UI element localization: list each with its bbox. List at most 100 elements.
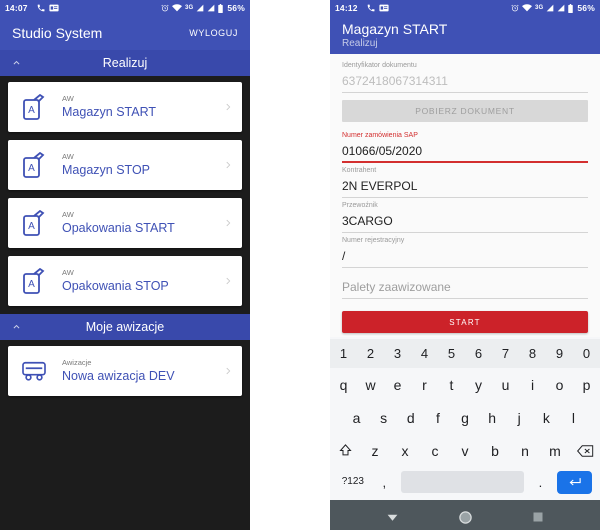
key-q[interactable]: q bbox=[330, 378, 357, 392]
key-7[interactable]: 7 bbox=[492, 347, 519, 360]
recents-square-icon[interactable] bbox=[532, 511, 544, 523]
key-y[interactable]: y bbox=[465, 378, 492, 392]
system-nav-bar bbox=[330, 500, 600, 530]
key-d[interactable]: d bbox=[397, 411, 424, 425]
logout-button[interactable]: WYLOGUJ bbox=[189, 28, 238, 38]
sim-card-icon bbox=[49, 4, 59, 12]
key-g[interactable]: g bbox=[451, 411, 478, 425]
field-przewoznik[interactable]: Przewoźnik 3CARGO bbox=[342, 200, 588, 233]
list-item[interactable]: A AW Magazyn START bbox=[8, 82, 242, 132]
key-x[interactable]: x bbox=[390, 444, 420, 458]
fetch-document-button[interactable]: POBIERZ DOKUMENT bbox=[342, 100, 588, 122]
backspace-icon[interactable] bbox=[570, 444, 600, 458]
app-bar: Studio System WYLOGUJ bbox=[0, 16, 250, 50]
key-t[interactable]: t bbox=[438, 378, 465, 392]
list-item[interactable]: A AW Magazyn STOP bbox=[8, 140, 242, 190]
key-9[interactable]: 9 bbox=[546, 347, 573, 360]
shift-icon[interactable] bbox=[330, 443, 360, 458]
status-bar-left: 14:07 bbox=[5, 3, 59, 13]
list-item[interactable]: A AW Opakowania START bbox=[8, 198, 242, 248]
key-5[interactable]: 5 bbox=[438, 347, 465, 360]
sap-order-number-input[interactable]: 01066/05/2020 bbox=[342, 142, 588, 163]
key-m[interactable]: m bbox=[540, 444, 570, 458]
key-3[interactable]: 3 bbox=[384, 347, 411, 360]
key-w[interactable]: w bbox=[357, 378, 384, 392]
home-circle-icon[interactable] bbox=[458, 510, 473, 525]
start-button[interactable]: START bbox=[342, 311, 588, 333]
battery-icon bbox=[568, 3, 574, 13]
section-header-realizuj[interactable]: Realizuj bbox=[0, 50, 250, 76]
carrier-input[interactable]: 3CARGO bbox=[342, 212, 588, 233]
document-tag-icon: A bbox=[20, 92, 48, 122]
signal-icon bbox=[196, 4, 204, 12]
key-h[interactable]: h bbox=[479, 411, 506, 425]
field-kontrahent[interactable]: Kontrahent 2N EVERPOL bbox=[342, 165, 588, 198]
key-e[interactable]: e bbox=[384, 378, 411, 392]
key-2[interactable]: 2 bbox=[357, 347, 384, 360]
list-item-text: AW Opakowania STOP bbox=[48, 268, 222, 294]
key-o[interactable]: o bbox=[546, 378, 573, 392]
field-identyfikator-dokumentu[interactable]: Identyfikator dokumentu 6372418067314311 bbox=[342, 60, 588, 93]
alarm-icon bbox=[511, 4, 519, 12]
list-item[interactable]: A AW Opakowania STOP bbox=[8, 256, 242, 306]
on-screen-keyboard: 1 2 3 4 5 6 7 8 9 0 q w e r t y u i o p … bbox=[330, 337, 600, 500]
document-id-input[interactable]: 6372418067314311 bbox=[342, 72, 588, 93]
key-6[interactable]: 6 bbox=[465, 347, 492, 360]
back-chevron-icon[interactable] bbox=[386, 511, 399, 524]
key-1[interactable]: 1 bbox=[330, 347, 357, 360]
key-4[interactable]: 4 bbox=[411, 347, 438, 360]
keyboard-row-2: a s d f g h j k l bbox=[330, 401, 600, 434]
field-numer-zamowienia-sap[interactable]: Numer zamówienia SAP 01066/05/2020 bbox=[342, 130, 588, 163]
pallets-input[interactable]: Palety zaawizowane bbox=[342, 278, 588, 299]
key-k[interactable]: k bbox=[533, 411, 560, 425]
network-type-label: 3G bbox=[184, 5, 194, 11]
symbols-key[interactable]: ?123 bbox=[334, 467, 372, 497]
contractor-input[interactable]: 2N EVERPOL bbox=[342, 177, 588, 198]
truck-icon bbox=[20, 356, 48, 386]
status-bar: 14:07 3G 56% bbox=[0, 0, 250, 16]
key-z[interactable]: z bbox=[360, 444, 390, 458]
section-header-moje-awizacje[interactable]: Moje awizacje bbox=[0, 314, 250, 340]
keyboard-row-1: q w e r t y u i o p bbox=[330, 368, 600, 401]
chevron-up-icon bbox=[12, 323, 21, 332]
key-8[interactable]: 8 bbox=[519, 347, 546, 360]
key-b[interactable]: b bbox=[480, 444, 510, 458]
app-title: Studio System bbox=[12, 25, 103, 41]
chevron-right-icon bbox=[222, 364, 234, 378]
enter-icon[interactable] bbox=[557, 470, 592, 494]
key-v[interactable]: v bbox=[450, 444, 480, 458]
key-u[interactable]: u bbox=[492, 378, 519, 392]
key-r[interactable]: r bbox=[411, 378, 438, 392]
space-key[interactable] bbox=[400, 471, 524, 493]
list-item-text: AW Magazyn START bbox=[48, 94, 222, 120]
key-i[interactable]: i bbox=[519, 378, 546, 392]
comma-key[interactable]: , bbox=[372, 467, 397, 497]
list-item-subtitle: AW bbox=[62, 152, 74, 161]
svg-text:A: A bbox=[28, 105, 35, 116]
realizuj-list: A AW Magazyn START A AW Magazyn STOP A A… bbox=[0, 76, 250, 306]
list-item-text: AW Opakowania START bbox=[48, 210, 222, 236]
list-item[interactable]: Awizacje Nowa awizacja DEV bbox=[8, 346, 242, 396]
key-n[interactable]: n bbox=[510, 444, 540, 458]
period-key[interactable]: . bbox=[528, 467, 553, 497]
key-f[interactable]: f bbox=[424, 411, 451, 425]
chevron-right-icon bbox=[222, 274, 234, 288]
page-title: Magazyn START bbox=[342, 20, 448, 37]
list-item-title: Nowa awizacja DEV bbox=[62, 369, 175, 383]
section-header-label: Realizuj bbox=[102, 56, 148, 70]
key-a[interactable]: a bbox=[343, 411, 370, 425]
page-subtitle: Realizuj bbox=[342, 37, 378, 49]
document-tag-icon: A bbox=[20, 266, 48, 296]
key-0[interactable]: 0 bbox=[573, 347, 600, 360]
field-numer-rejestracyjny[interactable]: Numer rejestracyjny / bbox=[342, 235, 588, 268]
list-item-title: Opakowania START bbox=[62, 221, 175, 235]
key-p[interactable]: p bbox=[573, 378, 600, 392]
list-item-subtitle: Awizacje bbox=[62, 358, 92, 367]
key-c[interactable]: c bbox=[420, 444, 450, 458]
status-time: 14:07 bbox=[5, 3, 28, 13]
key-s[interactable]: s bbox=[370, 411, 397, 425]
key-j[interactable]: j bbox=[506, 411, 533, 425]
status-time: 14:12 bbox=[335, 3, 358, 13]
registration-number-input[interactable]: / bbox=[342, 247, 588, 268]
key-l[interactable]: l bbox=[560, 411, 587, 425]
